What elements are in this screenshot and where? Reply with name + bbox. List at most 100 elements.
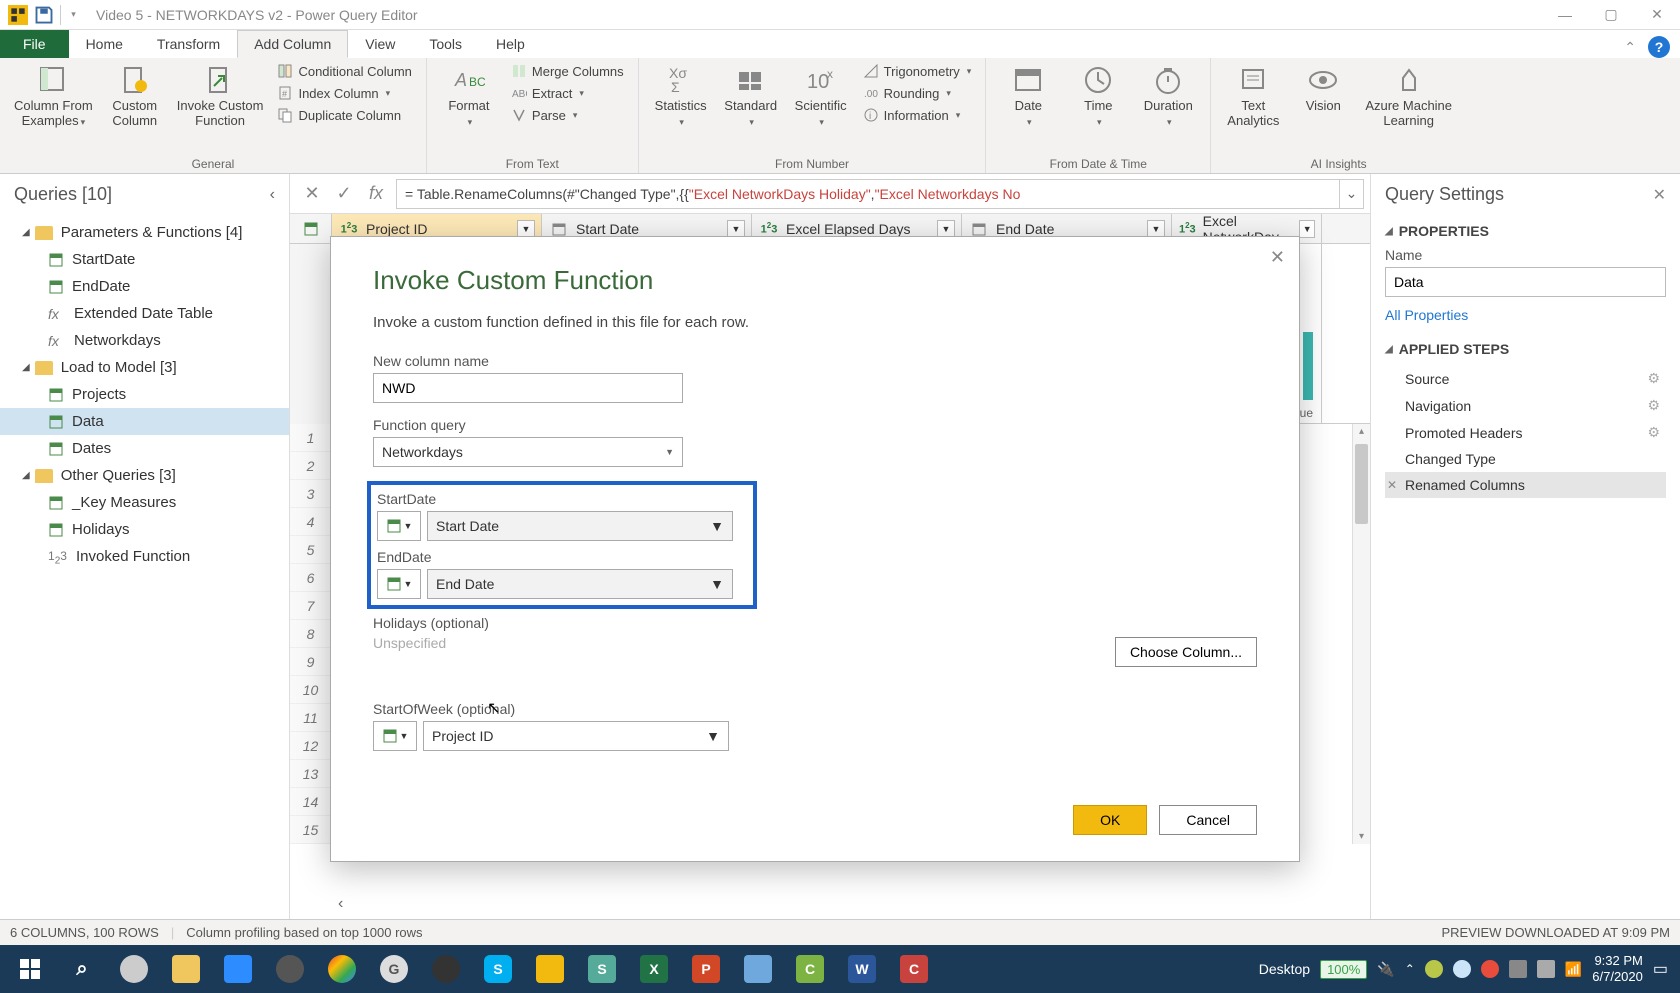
queries-collapse-icon[interactable]: ‹ bbox=[270, 186, 275, 204]
conditional-column-button[interactable]: Conditional Column bbox=[273, 62, 415, 80]
tray-icon-3[interactable] bbox=[1481, 960, 1499, 978]
tray-icon-5[interactable] bbox=[1537, 960, 1555, 978]
enddate-type-button[interactable]: ▼ bbox=[377, 569, 421, 599]
horizontal-scroll-left[interactable]: ‹ bbox=[338, 895, 343, 913]
applied-step[interactable]: Promoted Headers⚙ bbox=[1385, 419, 1666, 446]
start-button[interactable] bbox=[4, 949, 56, 989]
formula-fx-icon[interactable]: fx bbox=[360, 180, 392, 208]
row-number[interactable]: 1 bbox=[290, 424, 331, 452]
row-number[interactable]: 3 bbox=[290, 480, 331, 508]
cancel-button[interactable]: Cancel bbox=[1159, 805, 1257, 835]
taskbar-app-3[interactable]: G bbox=[368, 949, 420, 989]
query-name-input[interactable] bbox=[1385, 267, 1666, 297]
taskbar-word[interactable]: W bbox=[836, 949, 888, 989]
qat-dropdown-icon[interactable]: ▾ bbox=[60, 5, 80, 25]
duration-button[interactable]: Duration▾ bbox=[1136, 62, 1200, 131]
taskbar-powerpoint[interactable]: P bbox=[680, 949, 732, 989]
enddate-select[interactable]: End Date▼ bbox=[427, 569, 733, 599]
tab-view[interactable]: View bbox=[348, 30, 412, 58]
applied-step[interactable]: Changed Type bbox=[1385, 446, 1666, 472]
time-button[interactable]: Time▾ bbox=[1066, 62, 1130, 131]
tree-item[interactable]: Dates bbox=[0, 435, 289, 462]
tree-folder[interactable]: ◢Load to Model [3] bbox=[0, 354, 289, 381]
taskbar-app-4[interactable] bbox=[420, 949, 472, 989]
taskbar-camtasia[interactable]: C bbox=[784, 949, 836, 989]
azure-ml-button[interactable]: Azure Machine Learning bbox=[1361, 62, 1456, 131]
tray-notifications-icon[interactable]: ▭ bbox=[1653, 959, 1668, 979]
save-icon[interactable] bbox=[34, 5, 54, 25]
taskbar-skype[interactable]: S bbox=[472, 949, 524, 989]
tray-icon-1[interactable] bbox=[1425, 960, 1443, 978]
row-number[interactable]: 4 bbox=[290, 508, 331, 536]
search-button[interactable]: ⌕ bbox=[56, 949, 108, 989]
new-column-name-input[interactable] bbox=[373, 373, 683, 403]
row-number[interactable]: 13 bbox=[290, 760, 331, 788]
rounding-button[interactable]: .00Rounding▾ bbox=[859, 84, 976, 102]
standard-button[interactable]: Standard▾ bbox=[719, 62, 783, 131]
tree-item[interactable]: EndDate bbox=[0, 273, 289, 300]
applied-steps-section-title[interactable]: APPLIED STEPS bbox=[1385, 341, 1666, 357]
taskbar-chrome[interactable] bbox=[316, 949, 368, 989]
tree-item[interactable]: StartDate bbox=[0, 246, 289, 273]
custom-column-button[interactable]: Custom Column bbox=[103, 62, 167, 131]
tray-icon-4[interactable] bbox=[1509, 960, 1527, 978]
row-number[interactable]: 5 bbox=[290, 536, 331, 564]
tab-tools[interactable]: Tools bbox=[412, 30, 479, 58]
row-number[interactable]: 11 bbox=[290, 704, 331, 732]
tab-help[interactable]: Help bbox=[479, 30, 542, 58]
tree-item[interactable]: 123Invoked Function bbox=[0, 543, 289, 570]
tray-icon-2[interactable] bbox=[1453, 960, 1471, 978]
ok-button[interactable]: OK bbox=[1073, 805, 1147, 835]
row-number[interactable]: 7 bbox=[290, 592, 331, 620]
row-number[interactable]: 8 bbox=[290, 620, 331, 648]
startdate-select[interactable]: Start Date▼ bbox=[427, 511, 733, 541]
formula-input[interactable]: = Table.RenameColumns(#"Changed Type",{{… bbox=[396, 179, 1340, 209]
tray-chevron-icon[interactable]: ⌃ bbox=[1405, 962, 1415, 976]
row-number[interactable]: 2 bbox=[290, 452, 331, 480]
applied-step[interactable]: Source⚙ bbox=[1385, 365, 1666, 392]
formula-expand-icon[interactable]: ⌄ bbox=[1340, 179, 1364, 209]
row-number[interactable]: 12 bbox=[290, 732, 331, 760]
taskbar-desktop-label[interactable]: Desktop bbox=[1259, 961, 1310, 977]
startofweek-select[interactable]: Project ID▼ bbox=[423, 721, 729, 751]
ribbon-collapse-icon[interactable]: ⌃ bbox=[1624, 39, 1636, 56]
formula-accept-icon[interactable]: ✓ bbox=[328, 180, 360, 208]
format-button[interactable]: ABC Format▾ bbox=[437, 62, 501, 131]
row-number[interactable]: 6 bbox=[290, 564, 331, 592]
row-number[interactable]: 14 bbox=[290, 788, 331, 816]
taskbar-app-5[interactable]: C bbox=[888, 949, 940, 989]
function-query-select[interactable]: Networkdays▼ bbox=[373, 437, 683, 467]
settings-close-icon[interactable]: ✕ bbox=[1653, 185, 1666, 205]
tab-file[interactable]: File bbox=[0, 30, 69, 58]
maximize-button[interactable]: ▢ bbox=[1588, 0, 1634, 30]
row-number-header[interactable] bbox=[290, 214, 332, 243]
tab-transform[interactable]: Transform bbox=[140, 30, 237, 58]
tree-item[interactable]: Projects bbox=[0, 381, 289, 408]
all-properties-link[interactable]: All Properties bbox=[1385, 307, 1468, 323]
startdate-type-button[interactable]: ▼ bbox=[377, 511, 421, 541]
index-column-button[interactable]: #Index Column▾ bbox=[273, 84, 415, 102]
tree-folder[interactable]: ◢Other Queries [3] bbox=[0, 462, 289, 489]
tree-item[interactable]: Holidays bbox=[0, 516, 289, 543]
extract-button[interactable]: ABCExtract▾ bbox=[507, 84, 628, 102]
row-number[interactable]: 15 bbox=[290, 816, 331, 844]
taskbar-zoom[interactable] bbox=[212, 949, 264, 989]
taskbar-snagit[interactable]: S bbox=[576, 949, 628, 989]
statistics-button[interactable]: XσΣ Statistics▾ bbox=[649, 62, 713, 131]
close-button[interactable]: ✕ bbox=[1634, 0, 1680, 30]
taskbar-clock[interactable]: 9:32 PM 6/7/2020 bbox=[1592, 953, 1643, 984]
taskbar-powerbi[interactable] bbox=[524, 949, 576, 989]
applied-step[interactable]: ✕Renamed Columns bbox=[1385, 472, 1666, 498]
column-from-examples-button[interactable]: Column From Examples▾ bbox=[10, 62, 97, 131]
properties-section-title[interactable]: PROPERTIES bbox=[1385, 223, 1666, 239]
tree-item[interactable]: _Key Measures bbox=[0, 489, 289, 516]
startofweek-type-button[interactable]: ▼ bbox=[373, 721, 417, 751]
row-number[interactable]: 10 bbox=[290, 676, 331, 704]
vertical-scrollbar[interactable]: ▴ ▾ bbox=[1352, 424, 1370, 844]
invoke-custom-function-button[interactable]: Invoke Custom Function bbox=[173, 62, 268, 131]
applied-step[interactable]: Navigation⚙ bbox=[1385, 392, 1666, 419]
taskbar-app-1[interactable] bbox=[108, 949, 160, 989]
tab-add-column[interactable]: Add Column bbox=[237, 30, 348, 58]
vision-button[interactable]: Vision bbox=[1291, 62, 1355, 116]
taskbar-excel[interactable]: X bbox=[628, 949, 680, 989]
